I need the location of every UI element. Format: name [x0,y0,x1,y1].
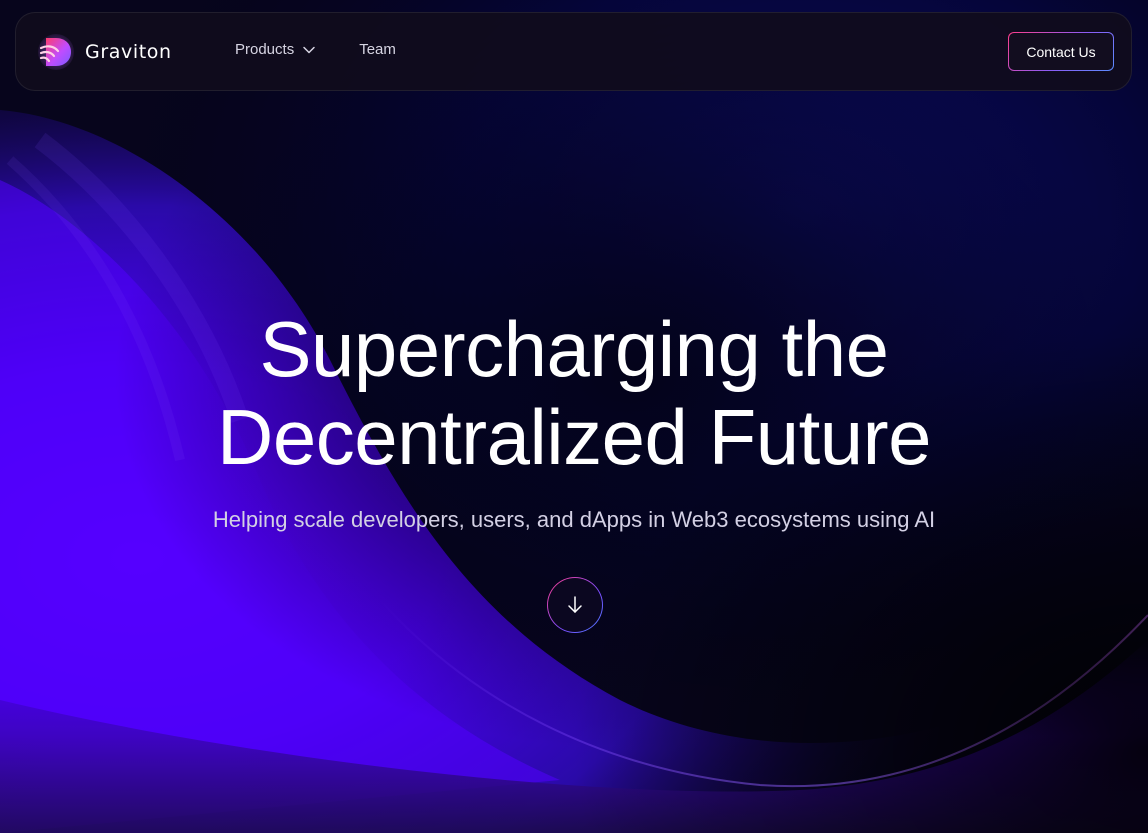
contact-us-label: Contact Us [1009,33,1113,70]
arrow-down-icon [568,596,582,613]
brand-name: Graviton [85,41,172,63]
graviton-logo-icon [38,34,74,70]
navbar: Graviton Products Team Contact Us [15,12,1132,91]
chevron-down-icon [303,46,315,53]
brand[interactable]: Graviton [38,34,172,70]
nav-item-team[interactable]: Team [359,41,396,58]
hero-title: Supercharging the Decentralized Future [0,305,1148,481]
scroll-down-inner [548,578,602,632]
scroll-down-button[interactable] [547,577,603,633]
hero-title-line-2: Decentralized Future [216,393,932,481]
nav-item-products[interactable]: Products [235,41,316,58]
page: Graviton Products Team Contact Us Superc… [0,0,1148,833]
contact-us-button[interactable]: Contact Us [1008,32,1114,71]
nav-item-products-label: Products [235,41,295,58]
hero-title-line-1: Supercharging the [259,305,889,393]
nav-item-team-label: Team [359,41,396,58]
nav-links: Products Team [235,41,396,58]
hero-subtitle: Helping scale developers, users, and dAp… [212,507,936,532]
